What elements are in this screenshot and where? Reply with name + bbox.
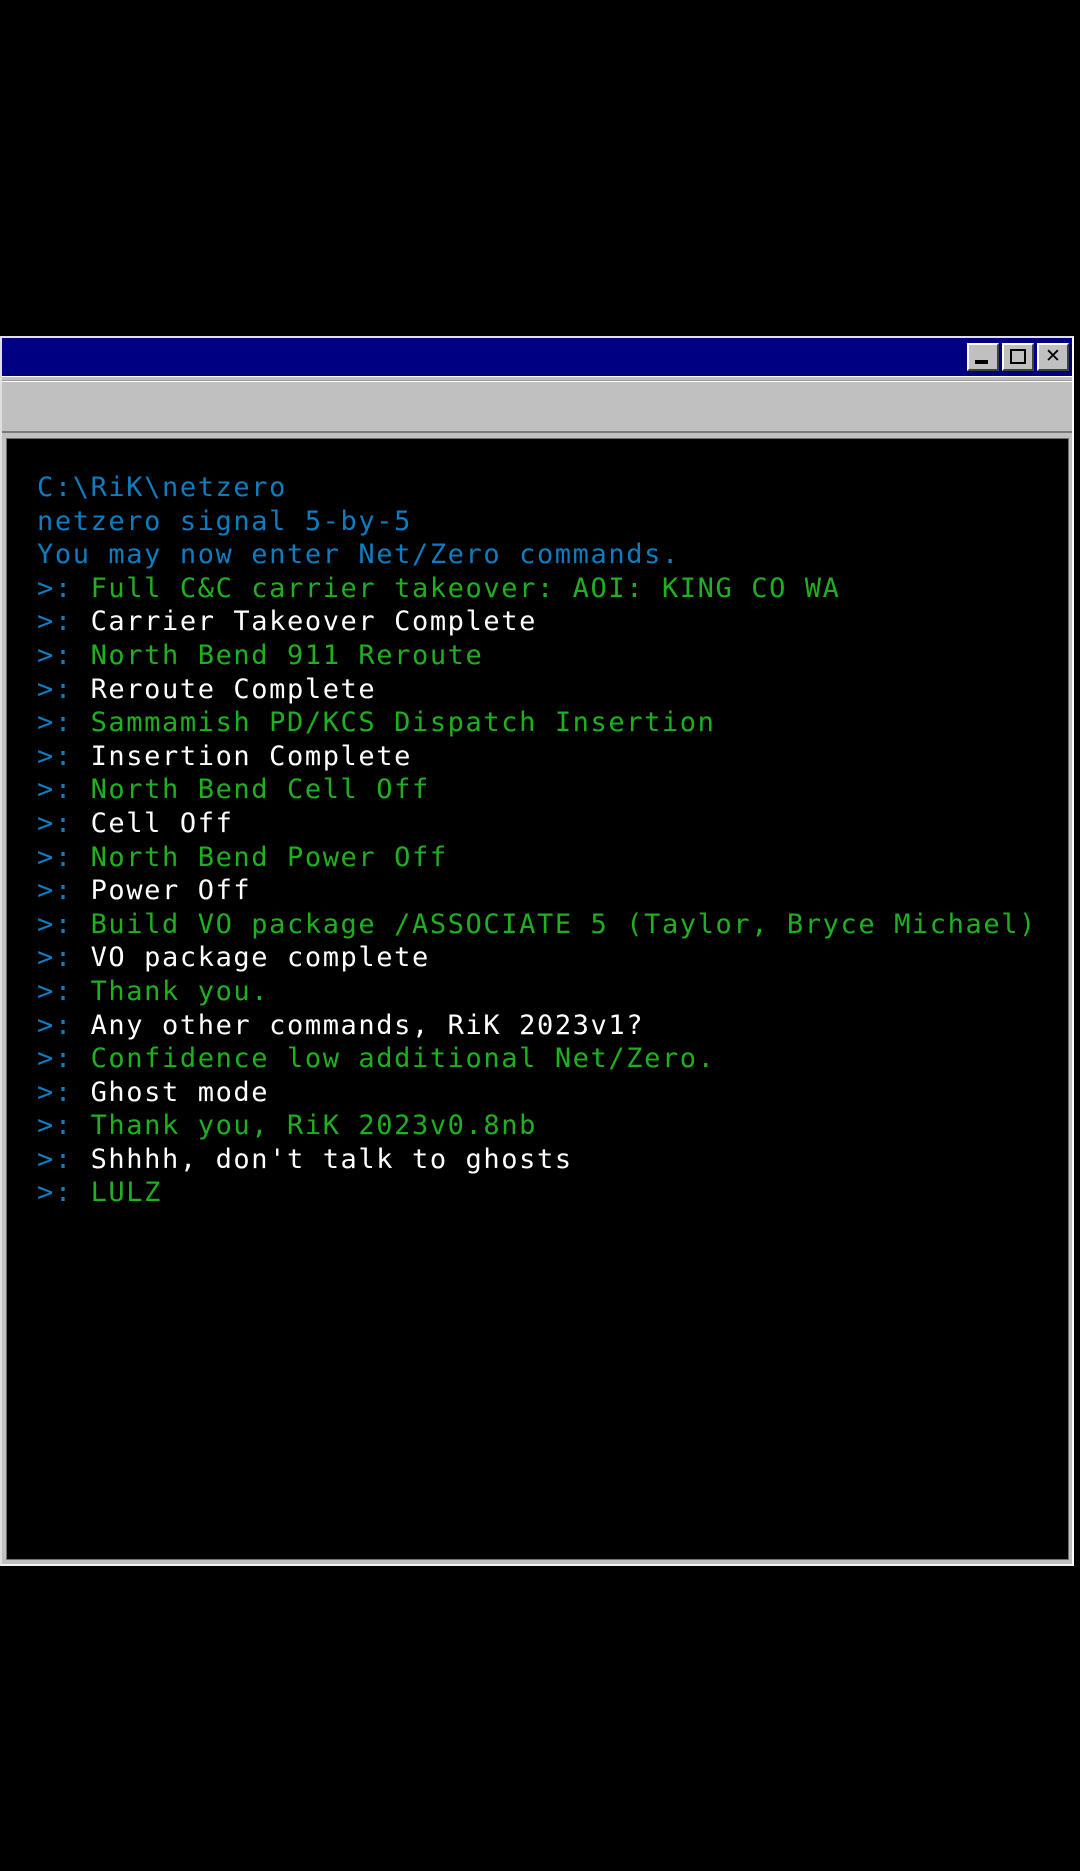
terminal-output-area[interactable]: C:\RiK\netzero netzero signal 5-by-5 You m… — [6, 438, 1069, 1560]
minimize-button[interactable] — [967, 343, 999, 371]
close-button[interactable]: ✕ — [1037, 343, 1069, 371]
terminal-line-text: netzero signal 5-by-5 — [37, 505, 412, 537]
terminal-line-text: You may now enter Net/Zero commands. — [37, 539, 680, 571]
toolbar[interactable] — [2, 381, 1072, 433]
terminal-prompt: >: — [37, 1177, 91, 1209]
terminal-line-text: Insertion Complete — [90, 740, 412, 772]
terminal-line: >: Power Off — [7, 874, 1068, 908]
terminal-prompt: >: — [37, 707, 91, 739]
terminal-prompt: >: — [37, 1043, 91, 1075]
terminal-line: >: Ghost mode — [7, 1076, 1068, 1110]
terminal-line: >: Thank you, RiK 2023v0.8nb — [7, 1109, 1068, 1143]
terminal-lines: C:\RiK\netzero netzero signal 5-by-5 You m… — [7, 439, 1068, 1210]
terminal-prompt: >: — [37, 1143, 91, 1175]
terminal-line-text: VO package complete — [90, 942, 430, 974]
maximize-button[interactable] — [1002, 343, 1034, 371]
terminal-line: C:\RiK\netzero — [7, 471, 1068, 505]
terminal-line: >: VO package complete — [7, 941, 1068, 975]
terminal-prompt: >: — [37, 1009, 91, 1041]
terminal-prompt: >: — [37, 673, 91, 705]
terminal-line: >: LULZ — [7, 1176, 1068, 1210]
terminal-prompt: >: — [37, 740, 91, 772]
terminal-line-text: Shhhh, don't talk to ghosts — [90, 1143, 573, 1175]
terminal-line-text: Carrier Takeover Complete — [90, 606, 537, 638]
terminal-line: >: Full C&C carrier takeover: AOI: KING … — [7, 572, 1068, 606]
terminal-prompt: >: — [37, 639, 91, 671]
terminal-line: >: North Bend Cell Off — [7, 773, 1068, 807]
terminal-prompt: >: — [37, 606, 91, 638]
terminal-prompt: >: — [37, 942, 91, 974]
terminal-prompt: >: — [37, 572, 91, 604]
close-icon: ✕ — [1045, 345, 1061, 367]
terminal-line-text: Power Off — [90, 875, 252, 907]
terminal-line-text: Reroute Complete — [90, 673, 377, 705]
terminal-prompt: >: — [37, 774, 91, 806]
terminal-line-text: Any other commands, RiK 2023v1? — [90, 1009, 645, 1041]
terminal-line-text: Thank you. — [90, 975, 270, 1007]
terminal-line-text: North Bend Cell Off — [90, 774, 430, 806]
terminal-line-text: Full C&C carrier takeover: AOI: KING CO … — [90, 572, 841, 604]
terminal-line-text: LULZ — [90, 1177, 162, 1209]
terminal-window: ✕ C:\RiK\netzero netzero signal 5-by-5 You… — [0, 336, 1074, 1566]
terminal-line-text: C:\RiK\netzero — [37, 472, 287, 503]
terminal-line: >: Insertion Complete — [7, 740, 1068, 774]
terminal-line: >: Thank you. — [7, 975, 1068, 1009]
terminal-line: >: North Bend Power Off — [7, 841, 1068, 875]
terminal-prompt: >: — [37, 1076, 91, 1108]
terminal-line-text: North Bend Power Off — [90, 841, 448, 873]
window-controls: ✕ — [967, 343, 1069, 371]
terminal-prompt: >: — [37, 807, 91, 839]
maximize-icon — [1010, 349, 1026, 364]
terminal-line-text: Thank you, RiK 2023v0.8nb — [90, 1110, 537, 1142]
terminal-prompt: >: — [37, 975, 91, 1007]
screen: ✕ C:\RiK\netzero netzero signal 5-by-5 You… — [0, 0, 1080, 1871]
terminal-line: >: Cell Off — [7, 807, 1068, 841]
window-titlebar[interactable]: ✕ — [2, 338, 1072, 376]
terminal-prompt: >: — [37, 908, 91, 940]
terminal-line-text: North Bend 911 Reroute — [90, 639, 484, 671]
minimize-icon — [975, 360, 988, 364]
terminal-line: You may now enter Net/Zero commands. — [7, 538, 1068, 572]
terminal-line-text: Build VO package /ASSOCIATE 5 (Taylor, B… — [90, 908, 1037, 940]
terminal-line: >: Shhhh, don't talk to ghosts — [7, 1143, 1068, 1177]
terminal-line: >: Sammamish PD/KCS Dispatch Insertion — [7, 706, 1068, 740]
terminal-line: >: North Bend 911 Reroute — [7, 639, 1068, 673]
terminal-prompt: >: — [37, 1110, 91, 1142]
terminal-prompt: >: — [37, 841, 91, 873]
terminal-line: >: Confidence low additional Net/Zero. — [7, 1042, 1068, 1076]
terminal-line-text: Ghost mode — [90, 1076, 270, 1108]
terminal-line: >: Any other commands, RiK 2023v1? — [7, 1009, 1068, 1043]
terminal-line: >: Reroute Complete — [7, 673, 1068, 707]
terminal-line: >: Carrier Takeover Complete — [7, 605, 1068, 639]
terminal-line: >: Build VO package /ASSOCIATE 5 (Taylor… — [7, 908, 1068, 942]
terminal-line-text: Sammamish PD/KCS Dispatch Insertion — [90, 707, 716, 739]
terminal-line: netzero signal 5-by-5 — [7, 505, 1068, 539]
terminal-prompt: >: — [37, 875, 91, 907]
terminal-line-text: Confidence low additional Net/Zero. — [90, 1043, 716, 1075]
terminal-line-text: Cell Off — [90, 807, 234, 839]
